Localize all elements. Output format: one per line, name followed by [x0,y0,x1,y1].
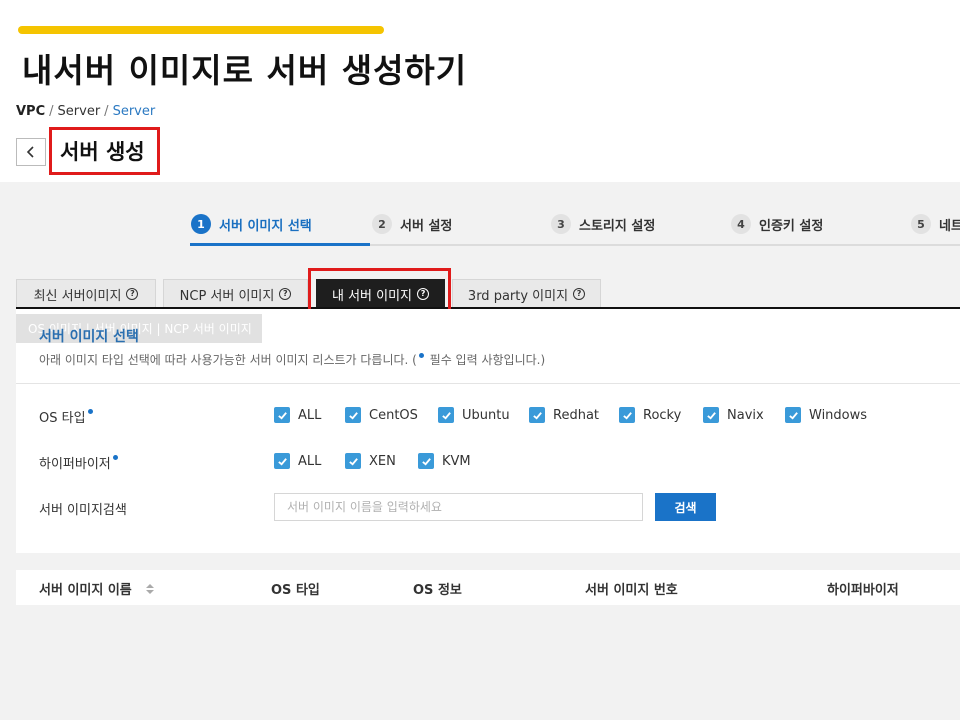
checkbox-checked-icon[interactable] [619,407,635,423]
step-label: 인증키 설정 [759,218,824,234]
checkbox-label: Navix [727,407,764,423]
step-label: 네트 [939,218,960,234]
required-dot-icon [418,353,424,358]
breadcrumb-mid[interactable]: Server [58,104,101,119]
checkbox-label: XEN [369,453,396,469]
checkbox-label: KVM [442,453,471,469]
hv-checkbox-kvm[interactable]: KVM [418,453,471,469]
back-button[interactable] [16,138,46,166]
title-accent-bar [18,26,384,34]
os-checkbox-redhat[interactable]: Redhat [529,407,599,423]
step-number: 1 [191,214,211,234]
tab-label: NCP 서버 이미지 [179,288,275,304]
step-label: 스토리지 설정 [579,218,656,234]
tab-ncp-server-image[interactable]: NCP 서버 이미지? [163,279,308,308]
os-checkbox-ubuntu[interactable]: Ubuntu [438,407,510,423]
checkbox-checked-icon[interactable] [274,453,290,469]
column-header-label: 서버 이미지 이름 [39,583,132,598]
hv-checkbox-xen[interactable]: XEN [345,453,396,469]
step-label: 서버 이미지 선택 [219,218,312,234]
breadcrumb-separator: / [49,104,54,119]
column-header-hypervisor: 하이퍼바이저 [827,583,899,598]
chevron-left-icon [26,146,34,158]
os-checkbox-navix[interactable]: Navix [703,407,764,423]
step-number: 4 [731,214,751,234]
checkbox-checked-icon[interactable] [274,407,290,423]
step-storage-settings[interactable]: 3 스토리지 설정 [551,214,655,234]
tab-label: 최신 서버이미지 [33,288,122,304]
column-header-image-name[interactable]: 서버 이미지 이름 [39,579,154,598]
help-icon[interactable]: ? [126,288,139,300]
checkbox-label: Redhat [553,407,600,423]
os-checkbox-rocky[interactable]: Rocky [619,407,681,423]
hypervisor-label-text: 하이퍼바이저 [39,457,111,472]
image-table-header [16,570,960,605]
checkbox-checked-icon[interactable] [345,453,361,469]
breadcrumb-current[interactable]: Server [113,104,156,119]
os-type-label: OS 타입 [39,407,95,426]
section-description: 아래 이미지 타입 선택에 따라 사용가능한 서버 이미지 리스트가 다릅니다.… [39,351,545,368]
step-number: 5 [911,214,931,234]
os-checkbox-centos[interactable]: CentOS [345,407,418,423]
step-label: 서버 설정 [400,218,453,234]
image-search-input[interactable] [274,493,643,521]
breadcrumb: VPC / Server / Server [16,104,155,119]
breadcrumb-root[interactable]: VPC [16,104,45,119]
checkbox-label: Ubuntu [462,407,510,423]
sort-icon[interactable] [145,583,154,594]
checkbox-label: ALL [298,453,322,469]
hv-checkbox-all[interactable]: ALL [274,453,321,469]
checkbox-checked-icon[interactable] [418,453,434,469]
page-title: 서버 생성 [60,140,145,164]
image-search-label: 서버 이미지검색 [39,503,127,518]
checkbox-label: CentOS [369,407,418,423]
breadcrumb-separator: / [104,104,109,119]
step-number: 3 [551,214,571,234]
page-title-highlight: 서버 생성 [49,127,160,175]
column-header-image-number: 서버 이미지 번호 [585,583,678,598]
steps-active-track [190,243,370,246]
search-button[interactable]: 검색 [655,493,716,521]
step-network[interactable]: 5 네트 [911,214,960,234]
step-server-settings[interactable]: 2 서버 설정 [372,214,452,234]
section-title: 서버 이미지 선택 [39,329,139,345]
panel-divider [16,383,960,384]
step-server-image[interactable]: 1 서버 이미지 선택 [191,214,312,234]
tab-3rd-party-image[interactable]: 3rd party 이미지? [452,279,601,308]
hypervisor-label: 하이퍼바이저 [39,453,120,472]
required-dot-icon [112,455,118,460]
checkbox-label: Windows [809,407,868,423]
required-dot-icon [87,409,93,414]
column-header-os-info: OS 정보 [413,583,462,598]
slide-title: 내서버 이미지로 서버 생성하기 [22,51,468,90]
step-number: 2 [372,214,392,234]
tab-label: 3rd party 이미지 [467,288,569,304]
os-type-label-text: OS 타입 [39,411,86,426]
section-description-required: 필수 입력 사항입니다.) [425,353,546,367]
checkbox-checked-icon[interactable] [438,407,454,423]
column-header-os-type: OS 타입 [271,583,320,598]
section-description-text: 아래 이미지 타입 선택에 따라 사용가능한 서버 이미지 리스트가 다릅니다.… [39,353,417,367]
checkbox-checked-icon[interactable] [529,407,545,423]
os-checkbox-all[interactable]: ALL [274,407,321,423]
checkbox-label: Rocky [643,407,682,423]
help-icon[interactable]: ? [573,288,586,300]
checkbox-label: ALL [298,407,322,423]
step-auth-key-settings[interactable]: 4 인증키 설정 [731,214,823,234]
tab-latest-server-image[interactable]: 최신 서버이미지? [16,279,156,308]
checkbox-checked-icon[interactable] [345,407,361,423]
checkbox-checked-icon[interactable] [785,407,801,423]
help-icon[interactable]: ? [279,288,292,300]
checkbox-checked-icon[interactable] [703,407,719,423]
os-checkbox-windows[interactable]: Windows [785,407,867,423]
